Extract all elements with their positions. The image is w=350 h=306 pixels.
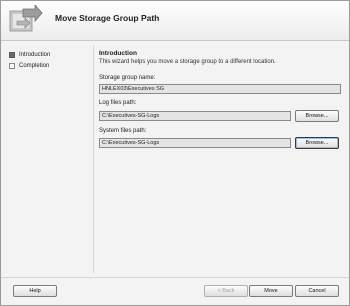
system-path-label: System files path: (99, 128, 147, 134)
step-label: Completion (19, 62, 50, 69)
step-current-icon (9, 51, 15, 58)
system-path-field[interactable] (99, 138, 291, 148)
section-description: This wizard helps you move a storage gro… (99, 59, 276, 65)
footer-divider (1, 277, 349, 278)
step-pending-icon (9, 62, 15, 69)
help-button[interactable]: Help (13, 285, 57, 297)
wizard-window: Move Storage Group Path Introduction Com… (0, 0, 350, 306)
move-button[interactable]: Move (249, 285, 293, 297)
page-title: Move Storage Group Path (55, 13, 160, 23)
section-title: Introduction (99, 50, 137, 57)
back-button[interactable]: < Back (204, 285, 248, 297)
step-completion[interactable]: Completion (7, 60, 87, 71)
wizard-steps: Introduction Completion (7, 49, 87, 71)
storage-group-field[interactable] (99, 84, 341, 94)
step-introduction[interactable]: Introduction (7, 49, 87, 60)
step-label: Introduction (19, 51, 51, 58)
log-browse-button[interactable]: Browse... (295, 110, 339, 122)
cancel-button[interactable]: Cancel (295, 285, 339, 297)
wizard-content: Introduction This wizard helps you move … (93, 45, 345, 273)
log-path-field[interactable] (99, 111, 291, 121)
log-path-label: Log files path: (99, 100, 137, 106)
system-browse-button[interactable]: Browse... (295, 137, 339, 149)
storage-group-label: Storage group name: (99, 75, 156, 81)
wizard-arrow-icon (9, 5, 43, 32)
wizard-header: Move Storage Group Path (1, 1, 349, 41)
